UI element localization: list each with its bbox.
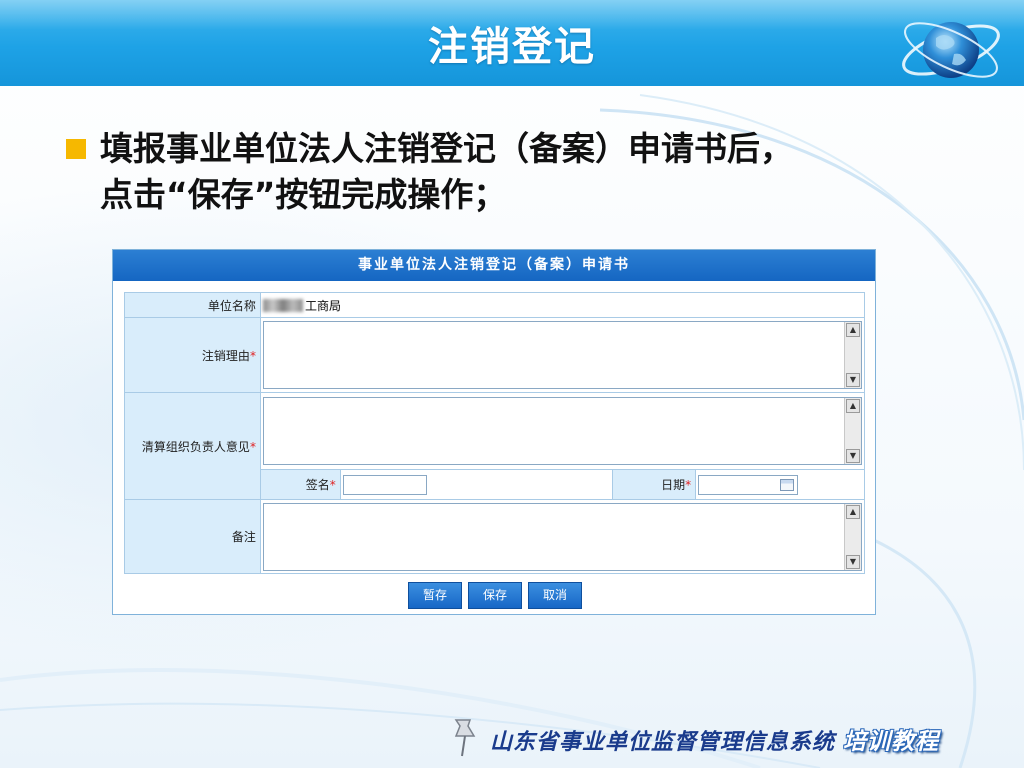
row-liquidation: 清算组织负责人意见* ▲ ▼ [124,392,866,500]
row-reason: 注销理由* ▲ ▼ [124,317,866,393]
cancel-button[interactable]: 取消 [528,582,582,609]
signature-input[interactable] [342,474,427,495]
signature-cell [339,469,614,500]
liquidation-opinion-textarea[interactable]: ▲ ▼ [262,397,862,465]
date-input[interactable] [698,474,799,495]
row-unit-name: 单位名称 工商局 [124,292,866,318]
footer-system-name: 山东省事业单位监督管理信息系统 [490,730,836,755]
signature-label: 签名* [259,469,341,500]
slide-title: 注销登记 [428,24,596,70]
temp-save-button[interactable]: 暂存 [408,582,462,609]
scroll-down-arrow-icon[interactable]: ▼ [846,449,860,463]
save-button[interactable]: 保存 [468,582,522,609]
application-form-panel: 事业单位法人注销登记（备案）申请书 单位名称 工商局 注销理由* ▲ ▼ 清算组… [112,249,876,615]
remarks-label: 备注 [124,499,261,574]
reason-scrollbar[interactable]: ▲ ▼ [844,322,861,388]
scroll-down-arrow-icon[interactable]: ▼ [846,554,860,569]
liquidation-label: 清算组织负责人意见* [124,392,261,500]
bullet-line-2: 点击“保存”按钮完成操作； [100,175,507,214]
globe-icon [902,22,1000,78]
unit-name-value: 工商局 [259,292,866,318]
form-title: 事业单位法人注销登记（备案）申请书 [113,250,875,281]
scroll-up-arrow-icon[interactable]: ▲ [846,399,860,413]
footer: 山东省事业单位监督管理信息系统 培训教程 [490,722,939,756]
row-remarks: 备注 ▲ ▼ [124,499,866,574]
calendar-icon[interactable] [780,478,795,491]
scroll-up-arrow-icon[interactable]: ▲ [846,323,860,337]
remarks-cell: ▲ ▼ [259,499,866,574]
reason-label: 注销理由* [124,317,261,393]
redacted-region [262,298,303,312]
reason-cell: ▲ ▼ [259,317,866,393]
date-label: 日期* [612,469,697,500]
bullet-line-1: 填报事业单位法人注销登记（备案）申请书后， [100,129,793,168]
bullet-square [66,139,86,159]
liquidation-scrollbar[interactable]: ▲ ▼ [844,398,861,464]
bullet-text: 填报事业单位法人注销登记（备案）申请书后， 点击“保存”按钮完成操作； [100,126,960,218]
unit-name-label: 单位名称 [124,292,261,318]
scroll-down-arrow-icon[interactable]: ▼ [846,373,860,387]
form-button-row: 暂存 保存 取消 [113,582,877,609]
form-table: 单位名称 工商局 注销理由* ▲ ▼ 清算组织负责人意见* ▲ ▼ 签名* 日期… [124,292,866,574]
remarks-scrollbar[interactable]: ▲ ▼ [844,503,861,570]
pushpin-icon [454,719,476,757]
reason-textarea[interactable]: ▲ ▼ [262,321,862,389]
remarks-textarea[interactable]: ▲ ▼ [262,502,862,571]
scroll-up-arrow-icon[interactable]: ▲ [846,504,860,519]
footer-badge: 培训教程 [843,729,940,755]
date-cell [695,469,865,500]
slide-header: 注销登记 [0,0,1024,86]
liquidation-cell: ▲ ▼ [259,392,866,470]
